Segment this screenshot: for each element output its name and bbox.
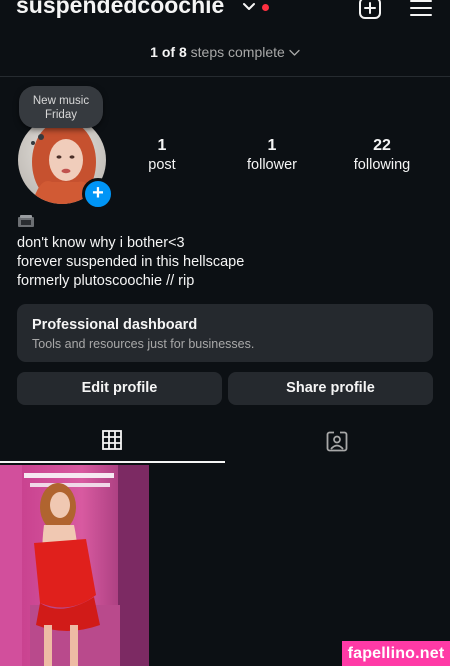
- header-divider: [0, 76, 450, 77]
- active-tab-indicator: [0, 461, 225, 463]
- plus-square-icon[interactable]: [358, 0, 382, 20]
- following-count: 22: [373, 137, 391, 154]
- steps-progress[interactable]: 1 of 8 steps complete: [0, 44, 450, 60]
- grid-icon: [102, 430, 122, 450]
- stat-posts[interactable]: 1 post: [117, 137, 207, 175]
- watermark-label: fapellino.net: [342, 641, 450, 666]
- profile-bio: don't know why i bother<3 forever suspen…: [17, 234, 244, 291]
- notification-dot: [262, 4, 269, 11]
- post-thumbnail[interactable]: [0, 465, 149, 666]
- edit-profile-button[interactable]: Edit profile: [17, 372, 222, 405]
- bio-line-3: formerly plutoscoochie // rip: [17, 273, 195, 289]
- posts-label: post: [148, 157, 176, 173]
- followers-label: follower: [247, 157, 297, 173]
- posts-count: 1: [157, 137, 167, 154]
- stat-following[interactable]: 22 following: [337, 137, 427, 175]
- followers-count: 1: [267, 137, 277, 154]
- chevron-down-icon[interactable]: [242, 2, 256, 12]
- note-line-1: New music: [32, 95, 90, 107]
- following-label: following: [353, 157, 411, 173]
- bio-line-2: forever suspended in this hellscape: [17, 254, 245, 270]
- username-switcher[interactable]: suspendedcoochie: [16, 0, 224, 19]
- hamburger-menu-icon[interactable]: [409, 0, 433, 18]
- add-story-button[interactable]: +: [82, 178, 114, 210]
- bio-line-1: don't know why i bother<3: [17, 235, 185, 251]
- film-camera-icon: [18, 215, 34, 227]
- note-bubble-tail-small: [31, 141, 35, 145]
- profile-header: suspendedcoochie: [0, 0, 450, 26]
- professional-dashboard-card[interactable]: Professional dashboard Tools and resourc…: [17, 304, 433, 362]
- stat-followers[interactable]: 1 follower: [227, 137, 317, 175]
- dashboard-subtitle: Tools and resources just for businesses.: [32, 337, 255, 351]
- tab-posts-grid[interactable]: [0, 422, 225, 464]
- chevron-down-icon: [289, 50, 300, 56]
- steps-count: 1 of 8: [150, 44, 187, 60]
- note-line-2: Friday: [45, 109, 77, 121]
- dashboard-title: Professional dashboard: [32, 317, 198, 333]
- profile-avatar[interactable]: +: [18, 116, 114, 210]
- profile-page: suspendedcoochie 1 of 8 steps complete +…: [0, 0, 450, 666]
- tagged-person-icon: [326, 431, 348, 452]
- tab-tagged[interactable]: [225, 422, 450, 464]
- note-bubble[interactable]: New music Friday: [19, 86, 103, 128]
- share-profile-button[interactable]: Share profile: [228, 372, 433, 405]
- note-bubble-tail: [38, 134, 44, 140]
- steps-label: steps complete: [190, 44, 285, 60]
